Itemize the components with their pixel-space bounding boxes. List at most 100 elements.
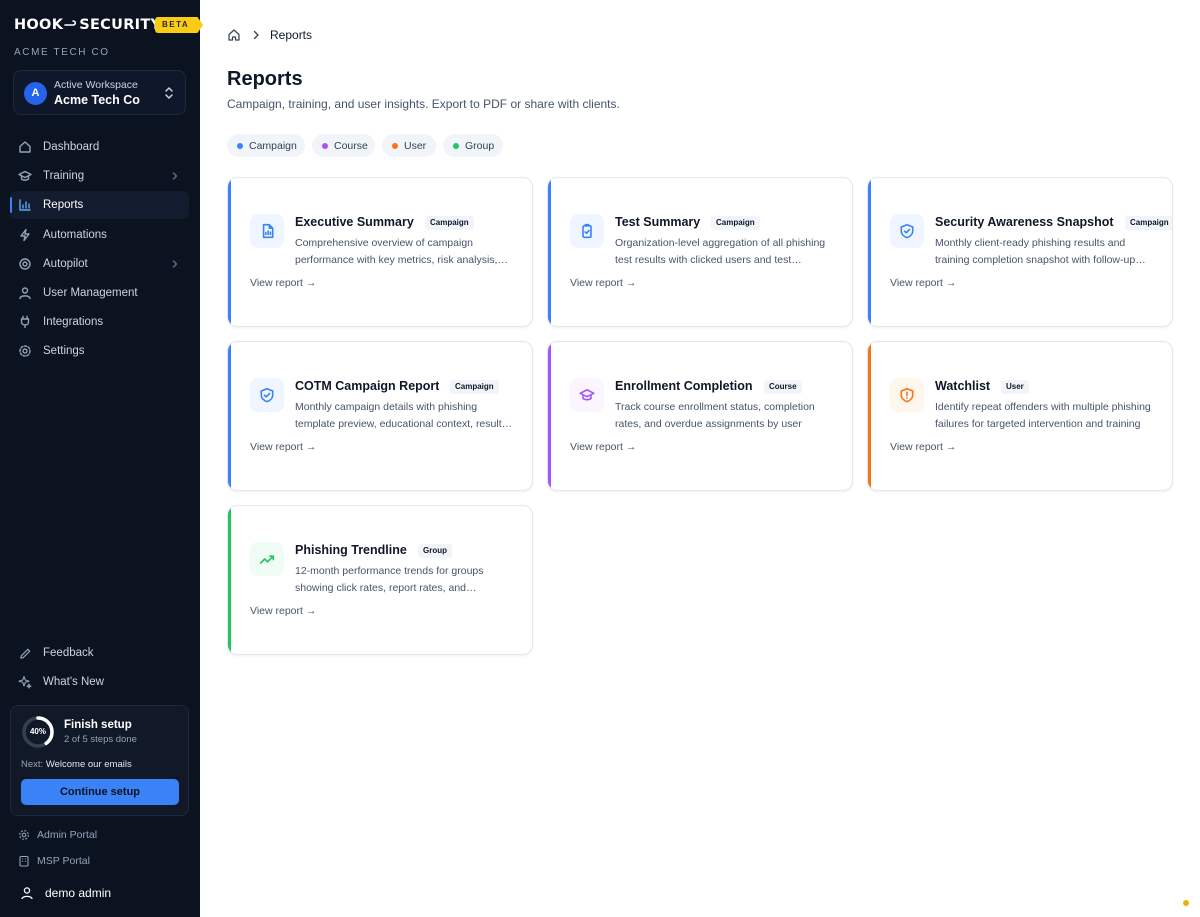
view-report-link[interactable]: View report → xyxy=(890,277,956,289)
plug-icon xyxy=(18,315,32,329)
breadcrumb: Reports xyxy=(227,27,312,43)
sidebar-item-integrations[interactable]: Integrations xyxy=(10,308,189,336)
filter-chip-user[interactable]: User xyxy=(382,134,436,157)
sidebar-item-label: What's New xyxy=(43,676,104,688)
shield-check-icon xyxy=(250,378,284,412)
filter-chip-label: Campaign xyxy=(249,139,297,152)
continue-setup-button[interactable]: Continue setup xyxy=(21,779,179,805)
report-description: Monthly campaign details with phishing t… xyxy=(295,401,507,430)
admin-portal-link[interactable]: Admin Portal xyxy=(18,827,97,843)
chevrons-up-down-icon xyxy=(165,87,173,99)
card-accent-bar xyxy=(548,178,551,326)
view-report-link[interactable]: View report → xyxy=(250,605,316,617)
user-menu[interactable]: demo admin xyxy=(20,884,111,902)
report-description: Identify repeat offenders with multiple … xyxy=(935,401,1151,430)
view-report-link[interactable]: View report → xyxy=(570,441,636,453)
chevron-right-icon xyxy=(171,258,179,270)
sidebar-item-autopilot[interactable]: Autopilot xyxy=(10,250,189,278)
sidebar-item-label: Training xyxy=(43,170,85,183)
view-report-link[interactable]: View report → xyxy=(890,441,956,453)
sidebar-item-reports[interactable]: Reports xyxy=(10,191,189,220)
sidebar-item-dashboard[interactable]: Dashboard xyxy=(10,133,189,161)
sidebar-item-label: Reports xyxy=(43,199,84,212)
gear-icon xyxy=(18,344,32,358)
user-name: demo admin xyxy=(45,886,112,900)
filter-dot xyxy=(322,142,328,149)
filter-dot xyxy=(453,142,459,149)
report-card-security-awareness-snapshot[interactable]: Security Awareness Snapshot Campaign Month… xyxy=(867,177,1173,327)
filter-chip-course[interactable]: Course xyxy=(312,134,375,157)
graduation-cap-icon xyxy=(18,169,32,183)
user-icon xyxy=(18,286,32,300)
sidebar-item-training[interactable]: Training xyxy=(10,162,189,190)
setup-steps-count: 2 of 5 steps done xyxy=(64,734,137,745)
bar-chart-icon xyxy=(18,198,32,212)
hook-icon xyxy=(64,20,77,26)
report-description: Monthly client-ready phishing results an… xyxy=(935,237,1136,266)
report-title: Enrollment Completion xyxy=(615,379,753,393)
report-type-badge: Course xyxy=(764,380,802,394)
setup-next-prefix: Next: xyxy=(21,759,44,770)
logo-text-left: HOOK xyxy=(14,17,64,33)
report-card-test-summary[interactable]: Test Summary Campaign Organization-level a… xyxy=(547,177,853,327)
view-report-link[interactable]: View report → xyxy=(250,277,316,289)
sidebar-item-automations[interactable]: Automations xyxy=(10,221,189,249)
report-title: Phishing Trendline xyxy=(295,543,407,557)
report-title: Security Awareness Snapshot xyxy=(935,215,1114,229)
msp-portal-label: MSP Portal xyxy=(37,855,90,867)
report-card-watchlist[interactable]: Watchlist User Identify repeat offenders w… xyxy=(867,341,1173,491)
shield-alert-icon xyxy=(890,378,924,412)
sidebar-item-whats-new[interactable]: What's New xyxy=(10,668,189,696)
shield-check-icon xyxy=(890,214,924,248)
report-description: Comprehensive overview of campaign perfo… xyxy=(295,237,498,266)
msp-portal-link[interactable]: MSP Portal xyxy=(18,853,90,869)
card-accent-bar xyxy=(228,342,231,490)
beta-badge: BETA xyxy=(155,17,204,33)
admin-portal-label: Admin Portal xyxy=(37,829,98,841)
filter-chip-label: Group xyxy=(465,139,495,152)
sidebar-item-label: Integrations xyxy=(43,316,104,329)
report-card-phishing-trendline[interactable]: Phishing Trendline Group 12-month performa… xyxy=(227,505,533,655)
report-title: Test Summary xyxy=(615,215,701,229)
home-icon[interactable] xyxy=(227,28,241,42)
chevron-right-icon xyxy=(252,30,260,40)
filter-dot xyxy=(392,142,398,149)
sidebar-item-feedback[interactable]: Feedback xyxy=(10,639,189,667)
report-description: 12-month performance trends for groups s… xyxy=(295,565,484,594)
pencil-icon xyxy=(18,646,32,660)
clipboard-check-icon xyxy=(570,214,604,248)
workspace-label: Active Workspace xyxy=(54,79,138,91)
view-report-link[interactable]: View report → xyxy=(250,441,316,453)
target-icon xyxy=(18,257,32,271)
workspace-switcher[interactable]: A Active Workspace Acme Tech Co xyxy=(13,70,186,115)
filter-chip-group[interactable]: Group xyxy=(443,134,503,157)
sidebar-item-settings[interactable]: Settings xyxy=(10,337,189,365)
report-card-cotm-campaign-report[interactable]: COTM Campaign Report Campaign Monthly camp… xyxy=(227,341,533,491)
sidebar-item-label: Dashboard xyxy=(43,141,100,153)
sidebar-item-label: Feedback xyxy=(43,647,94,659)
status-indicator xyxy=(1183,900,1189,906)
card-accent-bar xyxy=(228,178,231,326)
report-card-executive-summary[interactable]: Executive Summary Campaign Comprehensive o… xyxy=(227,177,533,327)
filter-dot xyxy=(237,142,243,149)
report-description: Organization-level aggregation of all ph… xyxy=(615,237,826,266)
report-type-badge: Campaign xyxy=(711,216,760,230)
file-chart-icon xyxy=(250,214,284,248)
view-report-link[interactable]: View report → xyxy=(570,277,636,289)
filter-chip-label: Course xyxy=(334,139,368,152)
filter-chip-campaign[interactable]: Campaign xyxy=(227,134,305,157)
hook-security-logo[interactable]: HOOK SECURITY xyxy=(14,16,161,34)
gear-icon xyxy=(18,829,30,841)
sparkles-icon xyxy=(18,675,32,689)
report-card-enrollment-completion[interactable]: Enrollment Completion Course Track course … xyxy=(547,341,853,491)
setup-next-value: Welcome our emails xyxy=(45,759,132,770)
sidebar-item-label: Automations xyxy=(43,228,107,241)
setup-progress-card: 40% Finish setup 2 of 5 steps done Next:… xyxy=(10,705,189,816)
report-title: COTM Campaign Report xyxy=(295,379,440,393)
setup-next-step: Next: Welcome our emails xyxy=(21,759,132,770)
card-accent-bar xyxy=(868,178,871,326)
sidebar-item-user-management[interactable]: User Management xyxy=(10,279,189,307)
filter-chip-label: User xyxy=(404,139,427,152)
breadcrumb-current: Reports xyxy=(270,28,313,42)
report-description: Track course enrollment status, completi… xyxy=(615,401,815,430)
